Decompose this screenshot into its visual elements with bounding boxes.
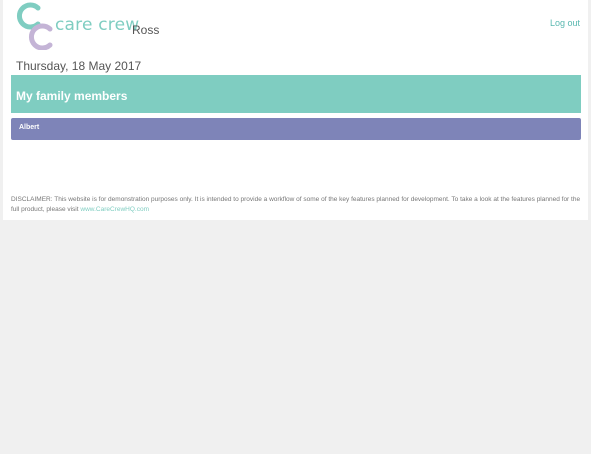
section-title: My family members bbox=[16, 89, 128, 103]
carecrew-website-link[interactable]: www.CareCrewHQ.com bbox=[80, 206, 149, 213]
current-date: Thursday, 18 May 2017 bbox=[16, 59, 142, 73]
username: Ross bbox=[132, 23, 160, 37]
disclaimer: DISCLAIMER: This website is for demonstr… bbox=[11, 195, 581, 215]
family-members-header: My family members bbox=[11, 75, 581, 113]
header: care crew Ross Log out bbox=[3, 0, 588, 56]
care-crew-logo-icon bbox=[17, 2, 53, 50]
member-name: Albert bbox=[19, 124, 40, 131]
member-item-albert[interactable]: Albert bbox=[11, 118, 581, 140]
logout-link[interactable]: Log out bbox=[550, 18, 580, 28]
brand-name: care crew bbox=[55, 15, 140, 35]
page-container: care crew Ross Log out Thursday, 18 May … bbox=[3, 0, 588, 220]
